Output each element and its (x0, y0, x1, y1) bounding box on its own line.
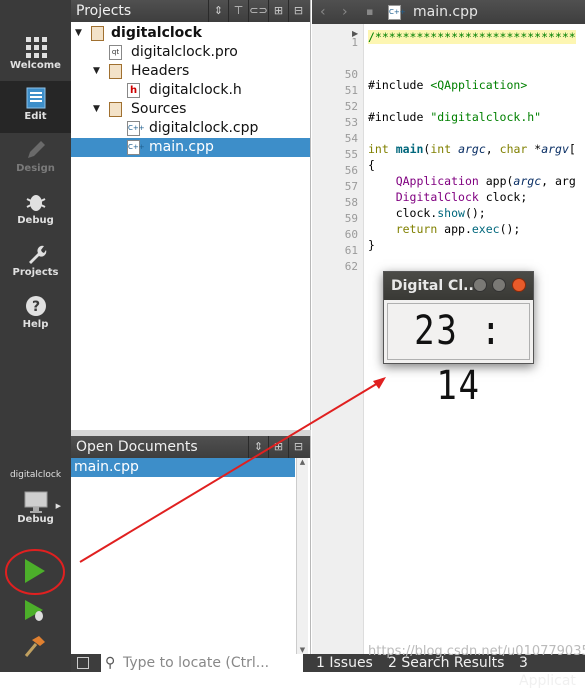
locator-placeholder: Type to locate (Ctrl... (123, 655, 270, 671)
locator-input[interactable]: ⚲ Type to locate (Ctrl... (101, 654, 303, 672)
annotation-arrowhead (373, 377, 386, 389)
sidebar-toggle-icon[interactable] (77, 657, 89, 669)
pane-application-output[interactable]: 3 Applicat (519, 654, 585, 690)
annotation-overlay (5, 377, 386, 595)
annotation-circle (5, 549, 65, 595)
pane-issues[interactable]: 1 Issues (316, 654, 373, 672)
search-icon: ⚲ (105, 655, 116, 671)
watermark: https://blog.csdn.net/u010779035 (368, 644, 585, 659)
annotation-arrow (79, 382, 379, 563)
